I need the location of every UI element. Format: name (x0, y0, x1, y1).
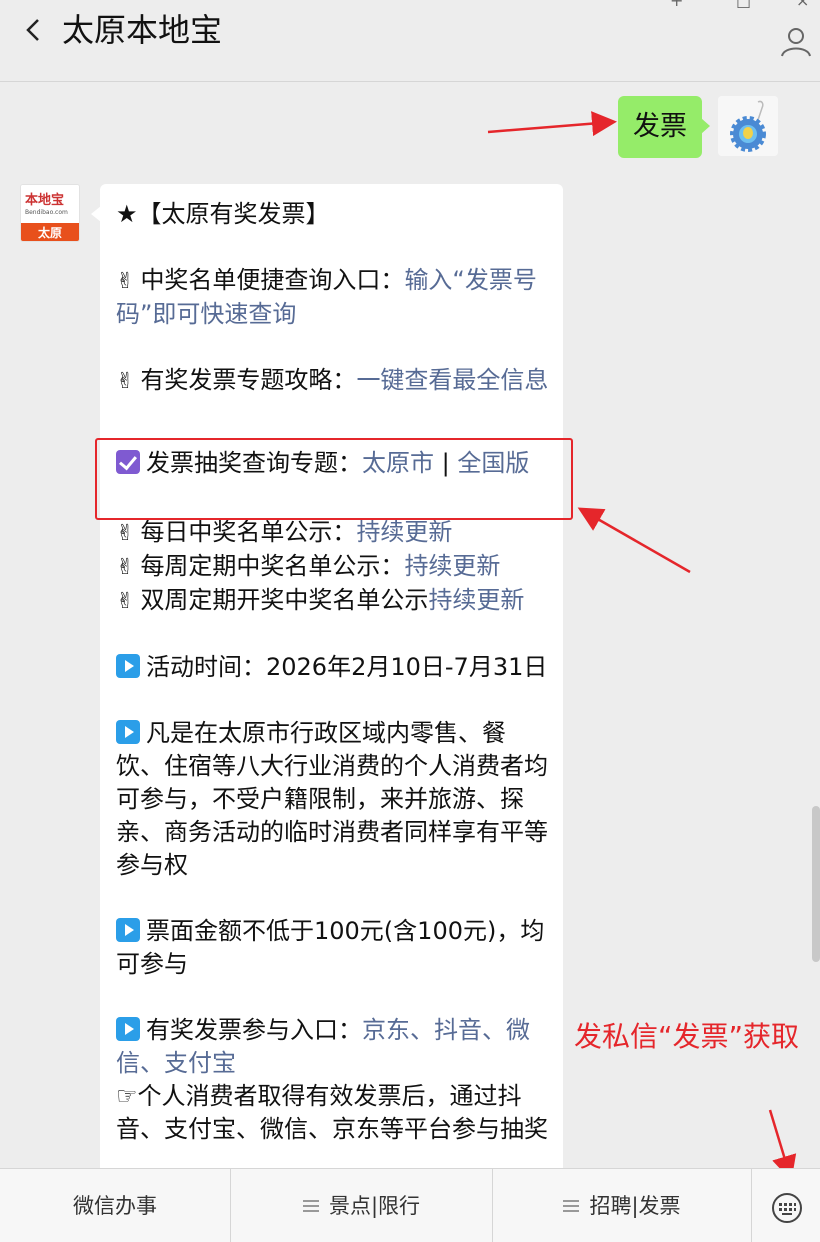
list-item: 票面金额不低于100元(含100元)，均可参与 (116, 917, 545, 978)
play-button-icon (116, 1017, 140, 1041)
menu-item-wechat-service[interactable]: 微信办事 (0, 1169, 230, 1242)
chevron-left-icon (26, 19, 39, 41)
taiyuan-link[interactable]: 太原市 (362, 449, 434, 477)
play-button-icon (116, 654, 140, 678)
account-logo: 本地宝 (25, 193, 65, 208)
national-link[interactable]: 全国版 (457, 449, 529, 477)
menu-divider (751, 1169, 752, 1242)
list-item: 活动时间：2026年2月10日-7月31日 (116, 651, 552, 684)
keyboard-icon (772, 1193, 802, 1223)
annotation-text: 发私信“发票”获取 (574, 1020, 800, 1053)
back-button[interactable] (14, 8, 54, 52)
menu-lines-icon (302, 1200, 319, 1212)
arrow-to-keyboard (768, 1109, 797, 1181)
chat-header: + □ × 太原本地宝 (0, 0, 820, 82)
arrow-to-highlight (577, 507, 691, 574)
list-item: ✌ 双周定期开奖中奖名单公示持续更新 (116, 586, 525, 614)
weekly-update-link[interactable]: 持续更新 (404, 552, 500, 580)
guide-link[interactable]: 一键查看最全信息 (356, 366, 548, 394)
menu-item-jobs-invoice[interactable]: 招聘|发票 (493, 1169, 751, 1242)
victory-hand-icon: ✌ (116, 555, 135, 580)
checkbox-icon (116, 450, 140, 474)
play-button-icon (116, 720, 140, 744)
list-item: ✌ 有奖发票专题攻略：一键查看最全信息 (116, 366, 549, 394)
keyboard-button[interactable] (770, 1191, 804, 1225)
minimize-icon: □ (736, 0, 752, 10)
list-item: ☞个人消费者取得有效发票后，通过抖音、支付宝、微信、京东等平台参与抽奖 (116, 1082, 548, 1143)
list-item: 有奖发票参与入口：京东、抖音、微信、支付宝 (116, 1016, 530, 1077)
flower-avatar-icon (718, 96, 778, 156)
account-city: 太原 (21, 223, 79, 241)
message-body: ★【太原有奖发票】 ✌ 中奖名单便捷查询入口：输入“发票号码”即可快速查询 ✌ 有奖… (116, 198, 552, 1146)
message-title: ★【太原有奖发票】 (116, 200, 330, 228)
account-url: Bendibao.com (25, 209, 68, 216)
victory-hand-icon: ✌ (116, 589, 135, 614)
biweekly-update-link[interactable]: 持续更新 (428, 586, 524, 614)
account-avatar[interactable]: 本地宝 Bendibao.com 太原 (20, 184, 80, 242)
list-item: ✌ 中奖名单便捷查询入口：输入“发票号码”即可快速查询 (116, 266, 537, 328)
list-item: 发票抽奖查询专题：太原市 | 全国版 (116, 431, 552, 480)
close-icon: × (796, 0, 810, 10)
outgoing-message[interactable]: 发票 (618, 96, 702, 158)
chat-title: 太原本地宝 (62, 11, 223, 49)
scrollbar-thumb[interactable] (812, 806, 820, 962)
list-item: 凡是在太原市行政区域内零售、餐饮、住宿等八大行业消费的个人消费者均可参与，不受户… (116, 719, 548, 879)
daily-update-link[interactable]: 持续更新 (356, 518, 452, 546)
plus-icon: + (670, 0, 684, 10)
bottom-menu: 微信办事 景点|限行 招聘|发票 (0, 1168, 820, 1242)
play-button-icon (116, 918, 140, 942)
list-item: ✌ 每周定期中奖名单公示：持续更新 (116, 552, 501, 580)
victory-hand-icon: ✌ (116, 521, 135, 546)
victory-hand-icon: ✌ (116, 369, 135, 394)
arrow-to-outgoing (487, 111, 617, 137)
bubble-tail (701, 118, 710, 134)
person-icon (781, 28, 811, 57)
header-overflow-icons: + □ × (600, 0, 820, 10)
victory-hand-icon: ✌ (116, 269, 135, 294)
menu-lines-icon (563, 1200, 580, 1212)
menu-item-scenic-traffic[interactable]: 景点|限行 (231, 1169, 492, 1242)
list-item: ✌ 每日中奖名单公示：持续更新 (116, 518, 453, 546)
account-logo-area: 本地宝 Bendibao.com (21, 185, 79, 223)
incoming-message: ★【太原有奖发票】 ✌ 中奖名单便捷查询入口：输入“发票号码”即可快速查询 ✌ 有奖… (100, 184, 563, 1174)
user-avatar[interactable] (718, 96, 778, 156)
profile-button[interactable] (778, 24, 814, 60)
